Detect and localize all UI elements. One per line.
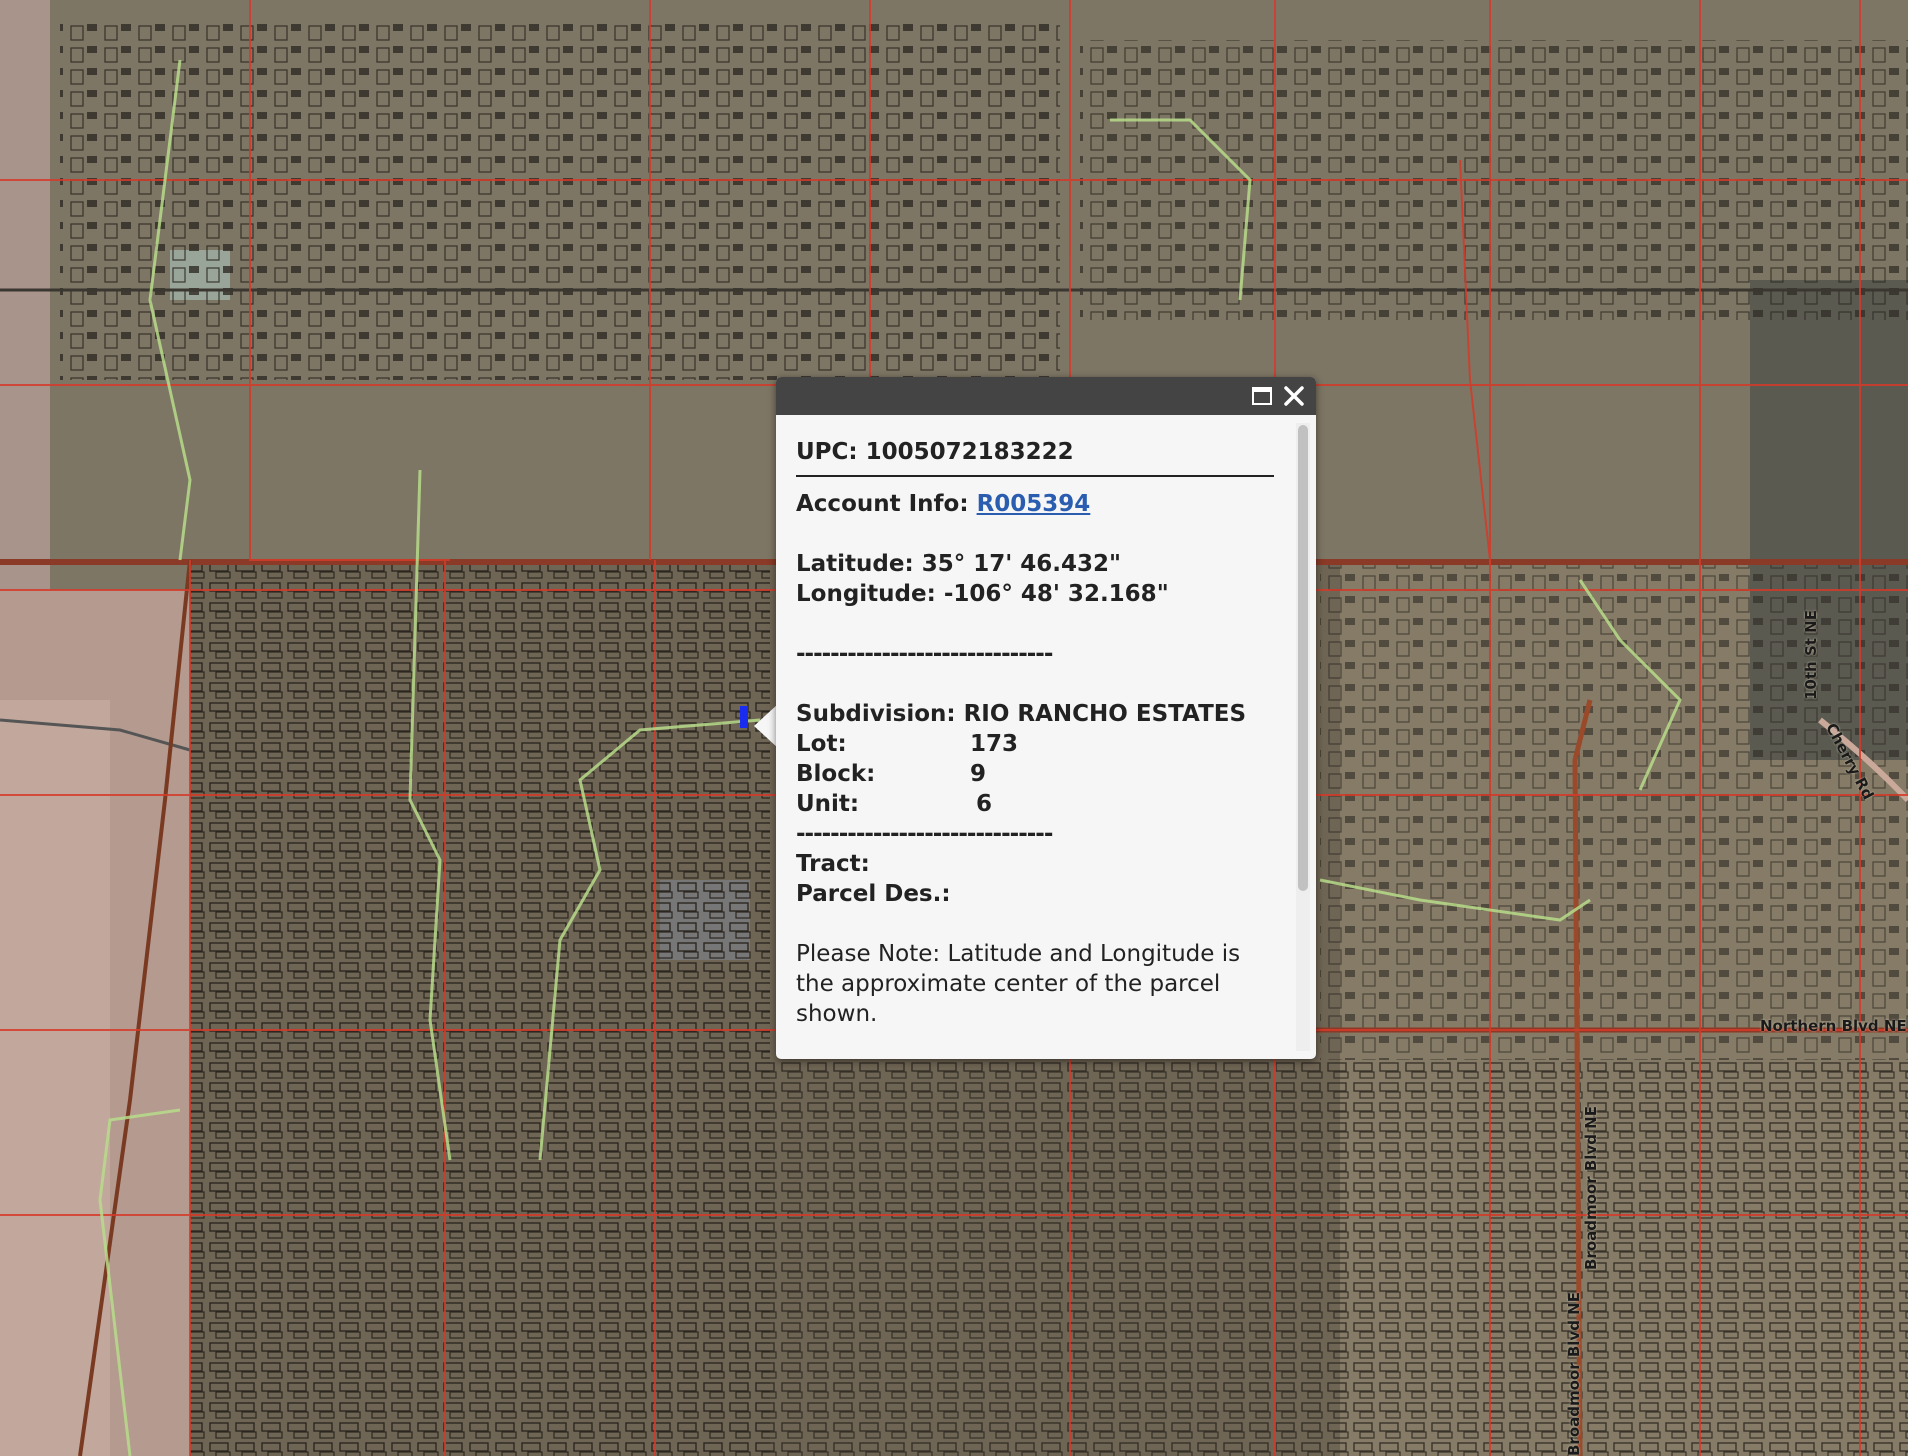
popup-scrollbar[interactable] <box>1296 423 1310 1051</box>
upc-value: 1005072183222 <box>865 439 1074 465</box>
subdivision-row: Subdivision: RIO RANCHO ESTATES <box>796 699 1276 729</box>
coordinate-note: Please Note: Latitude and Longitude is t… <box>796 941 1241 1027</box>
popup-pointer <box>754 704 778 748</box>
upc-row: UPC: 1005072183222 <box>796 437 1276 467</box>
account-row: Account Info: R005394 <box>796 489 1276 519</box>
popup-divider-line <box>796 475 1274 477</box>
account-link[interactable]: R005394 <box>977 491 1091 517</box>
maximize-icon[interactable] <box>1250 384 1274 408</box>
account-label: Account Info: <box>796 491 969 517</box>
dashed-divider-1: ------------------------------ <box>796 641 1053 667</box>
upc-label: UPC: <box>796 439 858 465</box>
unit-value: 6 <box>976 791 993 817</box>
street-label-broadmoor-blvd-2: Broadmoor Blvd NE <box>1565 1292 1583 1456</box>
unit-row: Unit: 6 <box>796 789 1276 819</box>
popup-content: UPC: 1005072183222 Account Info: R005394… <box>796 437 1276 1042</box>
block-label: Block: <box>796 761 876 787</box>
unit-label: Unit: <box>796 791 860 817</box>
close-icon[interactable] <box>1282 384 1306 408</box>
lot-value: 173 <box>970 731 1019 757</box>
dashed-divider-2: ------------------------------ <box>796 821 1053 847</box>
block-value: 9 <box>970 761 987 787</box>
popup-titlebar <box>776 377 1316 415</box>
popup-scroll-thumb[interactable] <box>1298 425 1308 891</box>
street-label-10th-st: 10th St NE <box>1802 610 1820 700</box>
parcel-des-label: Parcel Des.: <box>796 881 951 907</box>
tract-label: Tract: <box>796 851 870 877</box>
lot-label: Lot: <box>796 731 847 757</box>
latitude-text: Latitude: 35° 17' 46.432" <box>796 551 1121 577</box>
street-label-northern-blvd: Northern Blvd NE <box>1760 1017 1907 1035</box>
street-label-broadmoor-blvd-1: Broadmoor Blvd NE <box>1582 1106 1600 1270</box>
block-row: Block: 9 <box>796 759 1276 789</box>
selected-parcel-marker[interactable] <box>740 706 748 728</box>
subdivision-value: RIO RANCHO ESTATES <box>963 701 1247 727</box>
lot-row: Lot: 173 <box>796 729 1276 759</box>
parcel-info-popup: UPC: 1005072183222 Account Info: R005394… <box>776 377 1316 1059</box>
subdivision-label: Subdivision: <box>796 701 956 727</box>
longitude-text: Longitude: -106° 48' 32.168" <box>796 581 1169 607</box>
